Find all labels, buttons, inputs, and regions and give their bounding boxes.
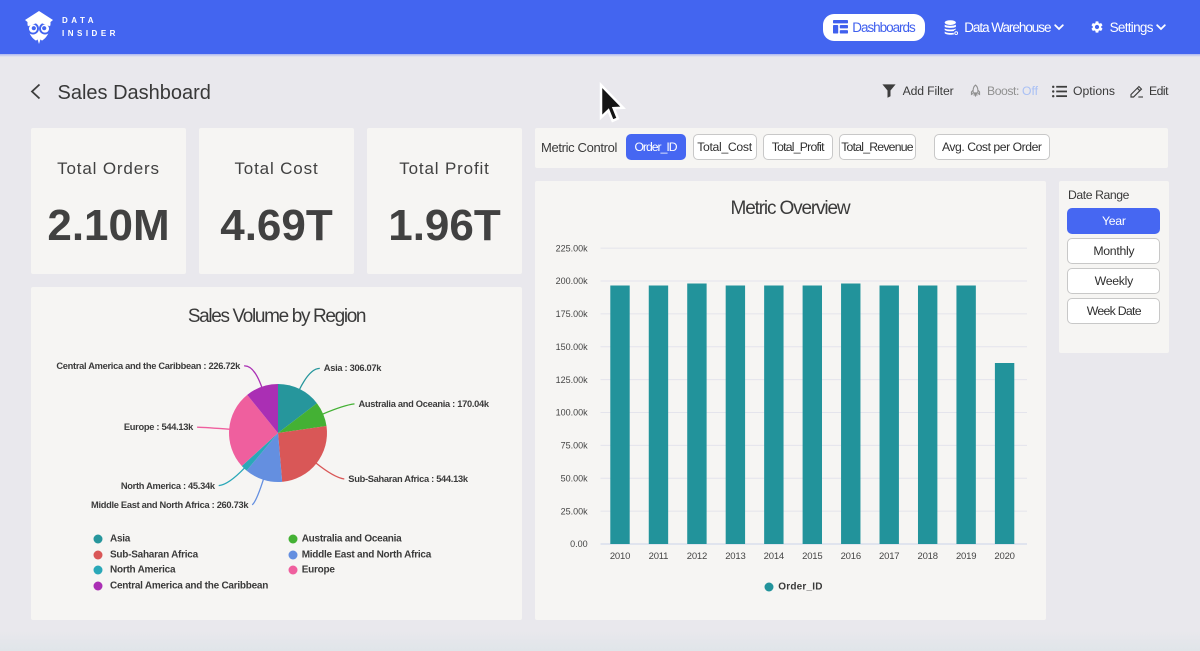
svg-text:150.00k: 150.00k xyxy=(555,341,588,351)
svg-text:100.00k: 100.00k xyxy=(555,407,588,417)
svg-text:2013: 2013 xyxy=(725,550,745,561)
svg-text:175.00k: 175.00k xyxy=(555,309,588,319)
svg-text:200.00k: 200.00k xyxy=(555,276,588,286)
svg-text:2019: 2019 xyxy=(955,550,975,561)
svg-text:2012: 2012 xyxy=(686,550,706,561)
svg-text:2015: 2015 xyxy=(802,550,822,561)
svg-text:2011: 2011 xyxy=(648,550,668,561)
svg-text:125.00k: 125.00k xyxy=(555,374,588,384)
svg-text:2020: 2020 xyxy=(994,550,1014,561)
svg-text:25.00k: 25.00k xyxy=(560,506,588,516)
svg-text:2018: 2018 xyxy=(917,550,937,561)
svg-text:2017: 2017 xyxy=(879,550,899,561)
svg-text:2014: 2014 xyxy=(763,550,783,561)
svg-text:2016: 2016 xyxy=(840,550,860,561)
svg-text:50.00k: 50.00k xyxy=(560,473,588,483)
svg-text:0.00: 0.00 xyxy=(570,539,588,549)
svg-text:2010: 2010 xyxy=(609,550,629,561)
svg-text:225.00k: 225.00k xyxy=(555,243,588,253)
svg-text:75.00k: 75.00k xyxy=(560,440,588,450)
